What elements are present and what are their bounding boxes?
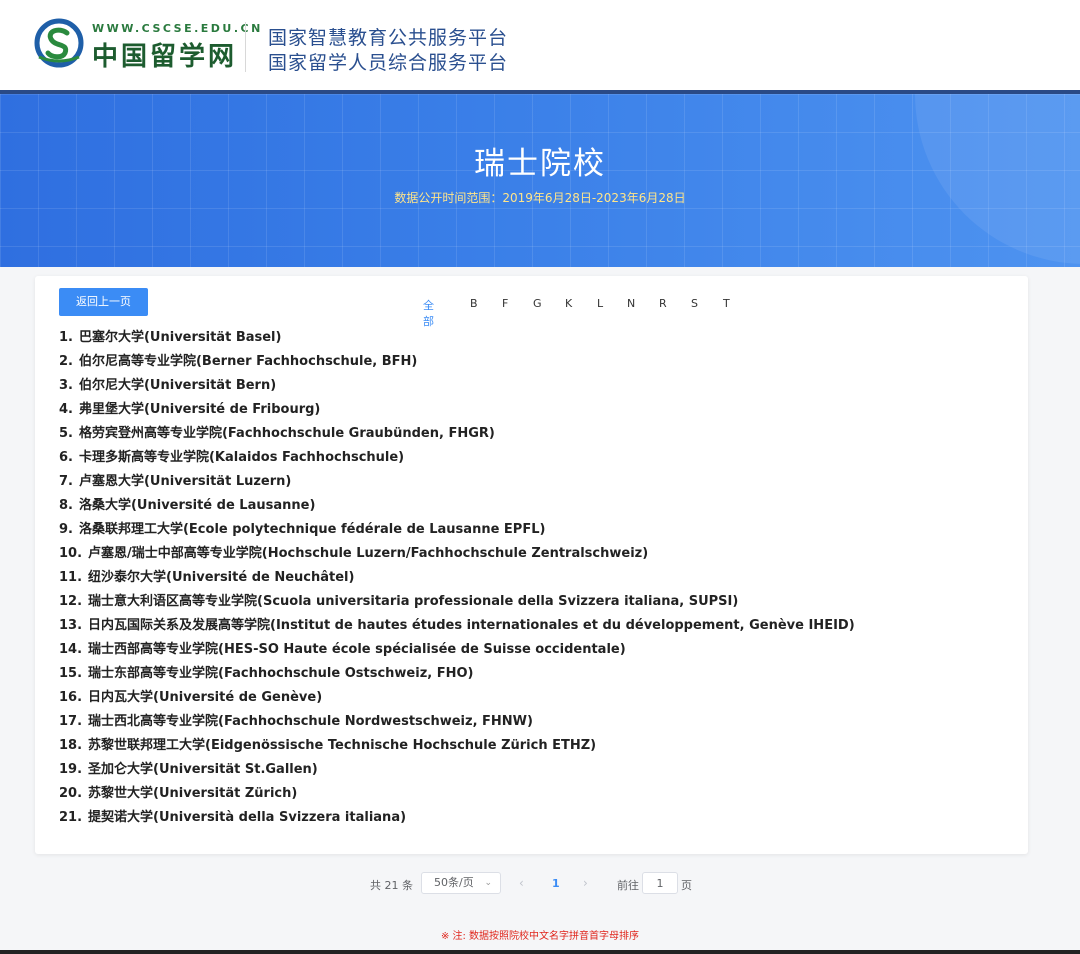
list-item-number: 16. xyxy=(59,690,83,705)
list-item[interactable]: 4. 弗里堡大学(Université de Fribourg) xyxy=(59,398,855,422)
banner: 瑞士院校 数据公开时间范围：2019年6月28日-2023年6月28日 xyxy=(0,94,1080,267)
platform-title-2: 国家留学人员综合服务平台 xyxy=(268,52,509,74)
pagination: 共 21 条 50条/页 ⌄ ‹ 1 › 前往 页 xyxy=(0,872,1080,896)
university-name: 卢塞恩/瑞士中部高等专业学院(Hochschule Luzern/Fachhoc… xyxy=(88,546,649,561)
university-name: 瑞士西部高等专业学院(HES-SO Haute école spécialisé… xyxy=(88,642,626,657)
university-name: 卡理多斯高等专业学院(Kalaidos Fachhochschule) xyxy=(78,450,405,465)
letter-filter-all[interactable]: 全部 xyxy=(423,297,434,329)
footer-bar xyxy=(0,950,1080,954)
list-item-number: 11. xyxy=(59,570,83,585)
letter-filter-g[interactable]: G xyxy=(533,297,542,310)
header-divider xyxy=(245,22,246,72)
list-item[interactable]: 15. 瑞士东部高等专业学院(Fachhochschule Ostschweiz,… xyxy=(59,662,855,686)
list-item[interactable]: 3. 伯尔尼大学(Universität Bern) xyxy=(59,374,855,398)
university-name: 日内瓦大学(Université de Genève) xyxy=(88,690,323,705)
university-name: 提契诺大学(Università della Svizzera italiana… xyxy=(88,810,407,825)
list-item[interactable]: 12. 瑞士意大利语区高等专业学院(Scuola universitaria pr… xyxy=(59,590,855,614)
university-name: 日内瓦国际关系及发展高等学院(Institut de hautes études… xyxy=(88,618,855,633)
letter-filter-n[interactable]: N xyxy=(627,297,635,310)
list-item-number: 8. xyxy=(59,498,73,513)
list-item-number: 3. xyxy=(59,378,73,393)
university-name: 巴塞尔大学(Universität Basel) xyxy=(78,330,282,345)
list-item-number: 17. xyxy=(59,714,83,729)
data-range-subtitle: 数据公开时间范围：2019年6月28日-2023年6月28日 xyxy=(394,191,686,205)
list-item-number: 12. xyxy=(59,594,83,609)
list-item-number: 5. xyxy=(59,426,73,441)
university-name: 瑞士西北高等专业学院(Fachhochschule Nordwestschwei… xyxy=(88,714,533,729)
university-name: 瑞士意大利语区高等专业学院(Scuola universitaria profe… xyxy=(88,594,739,609)
chevron-left-icon[interactable]: ‹ xyxy=(519,876,524,890)
letter-filter-r[interactable]: R xyxy=(659,297,667,310)
list-item-number: 2. xyxy=(59,354,73,369)
university-name: 纽沙泰尔大学(Université de Neuchâtel) xyxy=(88,570,355,585)
university-name: 伯尔尼高等专业学院(Berner Fachhochschule, BFH) xyxy=(78,354,418,369)
total-count: 共 21 条 xyxy=(370,879,413,892)
back-button[interactable]: 返回上一页 xyxy=(59,288,148,316)
page-title: 瑞士院校 xyxy=(474,146,606,182)
university-name: 苏黎世联邦理工大学(Eidgenössische Technische Hoch… xyxy=(88,738,597,753)
list-item[interactable]: 11. 纽沙泰尔大学(Université de Neuchâtel) xyxy=(59,566,855,590)
university-name: 卢塞恩大学(Universität Luzern) xyxy=(78,474,292,489)
list-item[interactable]: 1. 巴塞尔大学(Universität Basel) xyxy=(59,326,855,350)
page-size-select[interactable]: 50条/页 ⌄ xyxy=(421,872,501,894)
list-item-number: 1. xyxy=(59,330,73,345)
letter-filter-f[interactable]: F xyxy=(502,297,508,310)
list-item-number: 13. xyxy=(59,618,83,633)
university-name: 圣加仑大学(Universität St.Gallen) xyxy=(88,762,318,777)
logo-url: WWW.CSCSE.EDU.CN xyxy=(92,22,263,35)
list-item[interactable]: 19. 圣加仑大学(Universität St.Gallen) xyxy=(59,758,855,782)
goto-label: 前往 xyxy=(617,879,639,892)
university-name: 弗里堡大学(Université de Fribourg) xyxy=(78,402,321,417)
list-item-number: 15. xyxy=(59,666,83,681)
list-item-number: 14. xyxy=(59,642,83,657)
list-item-number: 4. xyxy=(59,402,73,417)
list-item[interactable]: 2. 伯尔尼高等专业学院(Berner Fachhochschule, BFH) xyxy=(59,350,855,374)
chevron-down-icon: ⌄ xyxy=(484,878,492,888)
university-name: 洛桑大学(Université de Lausanne) xyxy=(78,498,316,513)
university-list-card: 返回上一页 全部 B F G K L N R S T 1. 巴塞尔大学(Unive… xyxy=(35,276,1028,854)
site-header: WWW.CSCSE.EDU.CN 中国留学网 国家智慧教育公共服务平台 国家留学… xyxy=(0,0,1080,90)
list-item[interactable]: 13. 日内瓦国际关系及发展高等学院(Institut de hautes étu… xyxy=(59,614,855,638)
letter-filter-k[interactable]: K xyxy=(565,297,572,310)
letter-filter-t[interactable]: T xyxy=(723,297,730,310)
letter-filter-s[interactable]: S xyxy=(691,297,698,310)
list-item[interactable]: 20. 苏黎世大学(Universität Zürich) xyxy=(59,782,855,806)
goto-unit: 页 xyxy=(681,879,692,892)
list-item[interactable]: 14. 瑞士西部高等专业学院(HES-SO Haute école spécial… xyxy=(59,638,855,662)
logo-name: 中国留学网 xyxy=(92,42,238,72)
list-item[interactable]: 18. 苏黎世联邦理工大学(Eidgenössische Technische H… xyxy=(59,734,855,758)
platform-title-1: 国家智慧教育公共服务平台 xyxy=(268,27,509,49)
list-item[interactable]: 9. 洛桑联邦理工大学(Ecole polytechnique fédérale … xyxy=(59,518,855,542)
goto-page-input[interactable] xyxy=(642,872,678,894)
list-item-number: 21. xyxy=(59,810,83,825)
list-item[interactable]: 16. 日内瓦大学(Université de Genève) xyxy=(59,686,855,710)
cscse-logo-icon[interactable] xyxy=(33,17,85,69)
university-name: 洛桑联邦理工大学(Ecole polytechnique fédérale de… xyxy=(78,522,546,537)
list-item[interactable]: 8. 洛桑大学(Université de Lausanne) xyxy=(59,494,855,518)
chevron-right-icon[interactable]: › xyxy=(583,876,588,890)
university-list: 1. 巴塞尔大学(Universität Basel) 2. 伯尔尼高等专业学院(Be… xyxy=(59,326,855,830)
university-name: 苏黎世大学(Universität Zürich) xyxy=(88,786,298,801)
list-item-number: 19. xyxy=(59,762,83,777)
list-item-number: 6. xyxy=(59,450,73,465)
list-item-number: 7. xyxy=(59,474,73,489)
list-item-number: 9. xyxy=(59,522,73,537)
list-item-number: 20. xyxy=(59,786,83,801)
list-item-number: 18. xyxy=(59,738,83,753)
list-item[interactable]: 17. 瑞士西北高等专业学院(Fachhochschule Nordwestsch… xyxy=(59,710,855,734)
list-item[interactable]: 21. 提契诺大学(Università della Svizzera itali… xyxy=(59,806,855,830)
university-name: 格劳宾登州高等专业学院(Fachhochschule Graubünden, F… xyxy=(78,426,495,441)
list-item[interactable]: 10. 卢塞恩/瑞士中部高等专业学院(Hochschule Luzern/Fach… xyxy=(59,542,855,566)
page-size-value: 50条/页 xyxy=(434,876,474,889)
letter-filter-l[interactable]: L xyxy=(597,297,603,310)
university-name: 瑞士东部高等专业学院(Fachhochschule Ostschweiz, FH… xyxy=(88,666,474,681)
page-number-current[interactable]: 1 xyxy=(552,877,560,890)
university-name: 伯尔尼大学(Universität Bern) xyxy=(78,378,277,393)
list-item[interactable]: 7. 卢塞恩大学(Universität Luzern) xyxy=(59,470,855,494)
list-item[interactable]: 5. 格劳宾登州高等专业学院(Fachhochschule Graubünden,… xyxy=(59,422,855,446)
list-item-number: 10. xyxy=(59,546,83,561)
sort-note: ※ 注: 数据按照院校中文名字拼音首字母排序 xyxy=(440,931,640,942)
letter-filter-b[interactable]: B xyxy=(470,297,478,310)
list-item[interactable]: 6. 卡理多斯高等专业学院(Kalaidos Fachhochschule) xyxy=(59,446,855,470)
